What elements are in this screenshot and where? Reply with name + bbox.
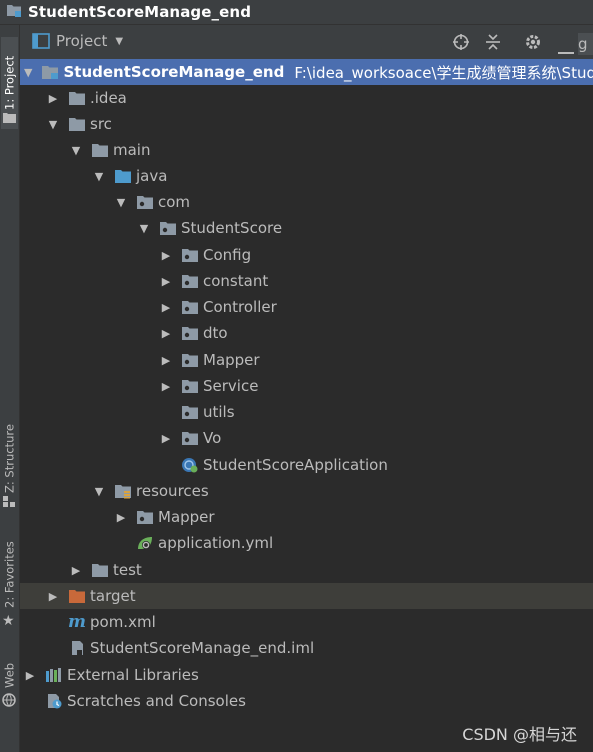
folder-icon [69,118,85,131]
root-label: StudentScoreManage_end [63,63,285,81]
collapsed-arrow-icon: ▶ [161,326,171,340]
project-tree: ▼ StudentScoreManage_end F:\idea_worksoa… [20,59,593,752]
tree-node-service[interactable]: ▶ Service [20,373,593,399]
gear-icon[interactable] [524,33,542,55]
tree-node-application-yml[interactable]: ▶ application.yml [20,530,593,556]
tab-structure[interactable]: Z: Structure [1,413,18,505]
collapsed-arrow-icon: ▶ [161,274,171,288]
star-icon: ★ [2,613,15,629]
module-folder-icon [42,66,59,79]
collapsed-arrow-icon: ▶ [161,379,171,393]
chevron-down-icon: ▼ [115,35,124,47]
package-icon [182,406,198,419]
expanded-arrow-icon: ▼ [94,169,104,183]
collapsed-arrow-icon: ▶ [161,248,171,262]
tree-node-main[interactable]: ▼ main [20,137,593,163]
project-view-icon [32,33,50,49]
structure-icon [3,493,16,511]
tree-node-idea[interactable]: ▶ .idea [20,85,593,111]
window-title-bar: StudentScoreManage_end [0,0,593,25]
tree-node-src[interactable]: ▼ src [20,111,593,137]
excluded-folder-icon [69,590,85,603]
collapsed-arrow-icon: ▶ [48,91,58,105]
package-icon [137,511,153,524]
tree-node-com[interactable]: ▼ com [20,189,593,215]
tab-web-label: Web [2,662,17,688]
expanded-arrow-icon: ▼ [48,117,58,131]
folder-icon [92,564,108,577]
tree-node-target[interactable]: ▶ target [20,583,593,609]
library-icon [46,668,61,682]
collapsed-arrow-icon: ▶ [71,563,81,577]
folder-icon [69,92,85,105]
tree-node-external-libraries[interactable]: ▶ External Libraries [20,662,593,688]
minimize-icon[interactable] [558,41,574,59]
package-icon [182,432,198,445]
package-icon [182,275,198,288]
expanded-arrow-icon: ▼ [71,143,81,157]
folder-icon [92,144,108,157]
expanded-arrow-icon: ▼ [24,65,33,79]
expanded-arrow-icon: ▼ [116,195,126,209]
left-tool-strip: 1: Project Z: Structure 2: Favorites ★ W… [0,25,20,752]
root-path: F:\idea_worksoace\学生成绩管理系统\Stude [294,63,593,82]
package-icon [182,301,198,314]
window-title: StudentScoreManage_end [28,3,252,21]
tab-web[interactable]: Web [1,655,18,695]
maven-icon: m [68,612,86,632]
tree-node-utils[interactable]: ▶ utils [20,399,593,425]
editor-tab-clipped[interactable]: g [578,33,593,55]
tab-favorites[interactable]: 2: Favorites [1,533,18,617]
package-icon [160,222,176,235]
package-icon [182,380,198,393]
tree-node-application-class[interactable]: ▶ StudentScoreApplication [20,452,593,478]
tree-node-vo[interactable]: ▶ Vo [20,425,593,451]
tree-node-iml[interactable]: ▶ StudentScoreManage_end.iml [20,635,593,661]
tree-node-scratches[interactable]: ▶ Scratches and Consoles [20,688,593,714]
project-icon [6,3,22,21]
package-icon [182,327,198,340]
spring-config-icon [138,537,152,549]
collapsed-arrow-icon: ▶ [161,300,171,314]
tree-node-resources-mapper[interactable]: ▶ Mapper [20,504,593,530]
collapsed-arrow-icon: ▶ [25,668,35,682]
collapsed-arrow-icon: ▶ [161,353,171,367]
tree-node-java[interactable]: ▼ java [20,163,593,189]
tree-node-config[interactable]: ▶ Config [20,242,593,268]
package-icon [182,249,198,262]
expanded-arrow-icon: ▼ [94,484,104,498]
source-folder-icon [115,170,131,183]
tree-node-dto[interactable]: ▶ dto [20,320,593,346]
tree-node-controller[interactable]: ▶ Controller [20,294,593,320]
project-toolbar: Project ▼ g [20,25,593,60]
package-icon [137,196,153,209]
spring-boot-class-icon [182,458,198,473]
tree-node-root[interactable]: ▼ StudentScoreManage_end F:\idea_worksoa… [20,59,593,85]
resources-folder-icon [115,485,131,499]
tab-favorites-label: 2: Favorites [2,541,17,609]
expanded-arrow-icon: ▼ [139,221,149,235]
watermark: CSDN @相与还 [462,725,577,744]
collapsed-arrow-icon: ▶ [161,431,171,445]
tree-node-resources[interactable]: ▼ resources [20,478,593,504]
view-selector[interactable]: Project ▼ [32,32,123,50]
tree-node-studentscore[interactable]: ▼ StudentScore [20,215,593,241]
tree-node-test[interactable]: ▶ test [20,557,593,583]
scratches-icon [48,694,62,709]
collapsed-arrow-icon: ▶ [48,589,58,603]
tree-node-mapper[interactable]: ▶ Mapper [20,347,593,373]
locate-icon[interactable] [452,33,470,55]
module-file-icon [72,641,83,655]
tab-structure-label: Z: Structure [2,424,17,494]
tree-node-pom[interactable]: ▶ m pom.xml [20,609,593,635]
tab-project-label: 1: Project [2,55,17,111]
collapse-all-icon[interactable] [484,33,502,55]
folder-icon [3,109,16,127]
tree-node-constant[interactable]: ▶ constant [20,268,593,294]
globe-icon [2,693,16,711]
view-selector-label: Project [56,32,108,50]
collapsed-arrow-icon: ▶ [116,510,126,524]
package-icon [182,354,198,367]
